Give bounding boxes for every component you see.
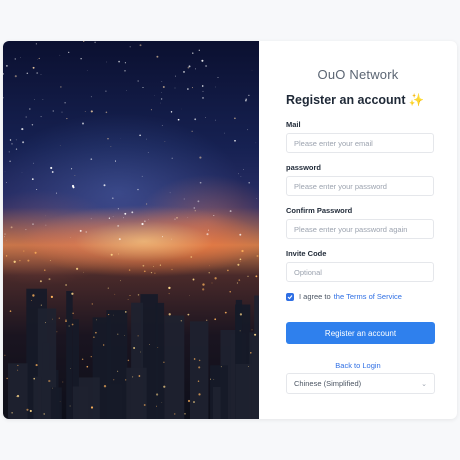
starfield-illustration	[3, 41, 259, 419]
invite-code-input[interactable]	[286, 262, 434, 282]
password-label: password	[286, 163, 322, 172]
checkmark-icon	[287, 294, 293, 299]
mail-label: Mail	[286, 120, 301, 129]
language-selected-value: Chinese (Simplified)	[294, 379, 362, 388]
heading-text: Register an account	[286, 93, 406, 107]
register-card: OuO Network Register an account✨ Mail pa…	[3, 41, 457, 419]
register-form: OuO Network Register an account✨ Mail pa…	[259, 41, 457, 419]
back-to-login-link[interactable]: Back to Login	[259, 361, 457, 370]
terms-checkbox[interactable]	[286, 292, 294, 301]
terms-text: I agree to	[299, 292, 331, 301]
register-button[interactable]: Register an account	[286, 322, 435, 344]
brand-title: OuO Network	[317, 67, 399, 82]
email-input[interactable]	[286, 133, 434, 153]
confirm-password-label: Confirm Password	[286, 206, 353, 215]
chevron-down-icon: ⌄	[421, 380, 427, 388]
confirm-password-input[interactable]	[286, 219, 434, 239]
sparkle-icon: ✨	[408, 93, 425, 107]
language-select[interactable]: Chinese (Simplified) ⌄	[286, 373, 435, 394]
invite-code-label: Invite Code	[286, 249, 327, 258]
password-input[interactable]	[286, 176, 434, 196]
terms-agreement: I agree to the Terms of Service	[286, 292, 402, 301]
page-heading: Register an account ✨	[286, 93, 424, 108]
night-city-hero-image	[3, 41, 259, 419]
terms-of-service-link[interactable]: the Terms of Service	[334, 292, 402, 301]
